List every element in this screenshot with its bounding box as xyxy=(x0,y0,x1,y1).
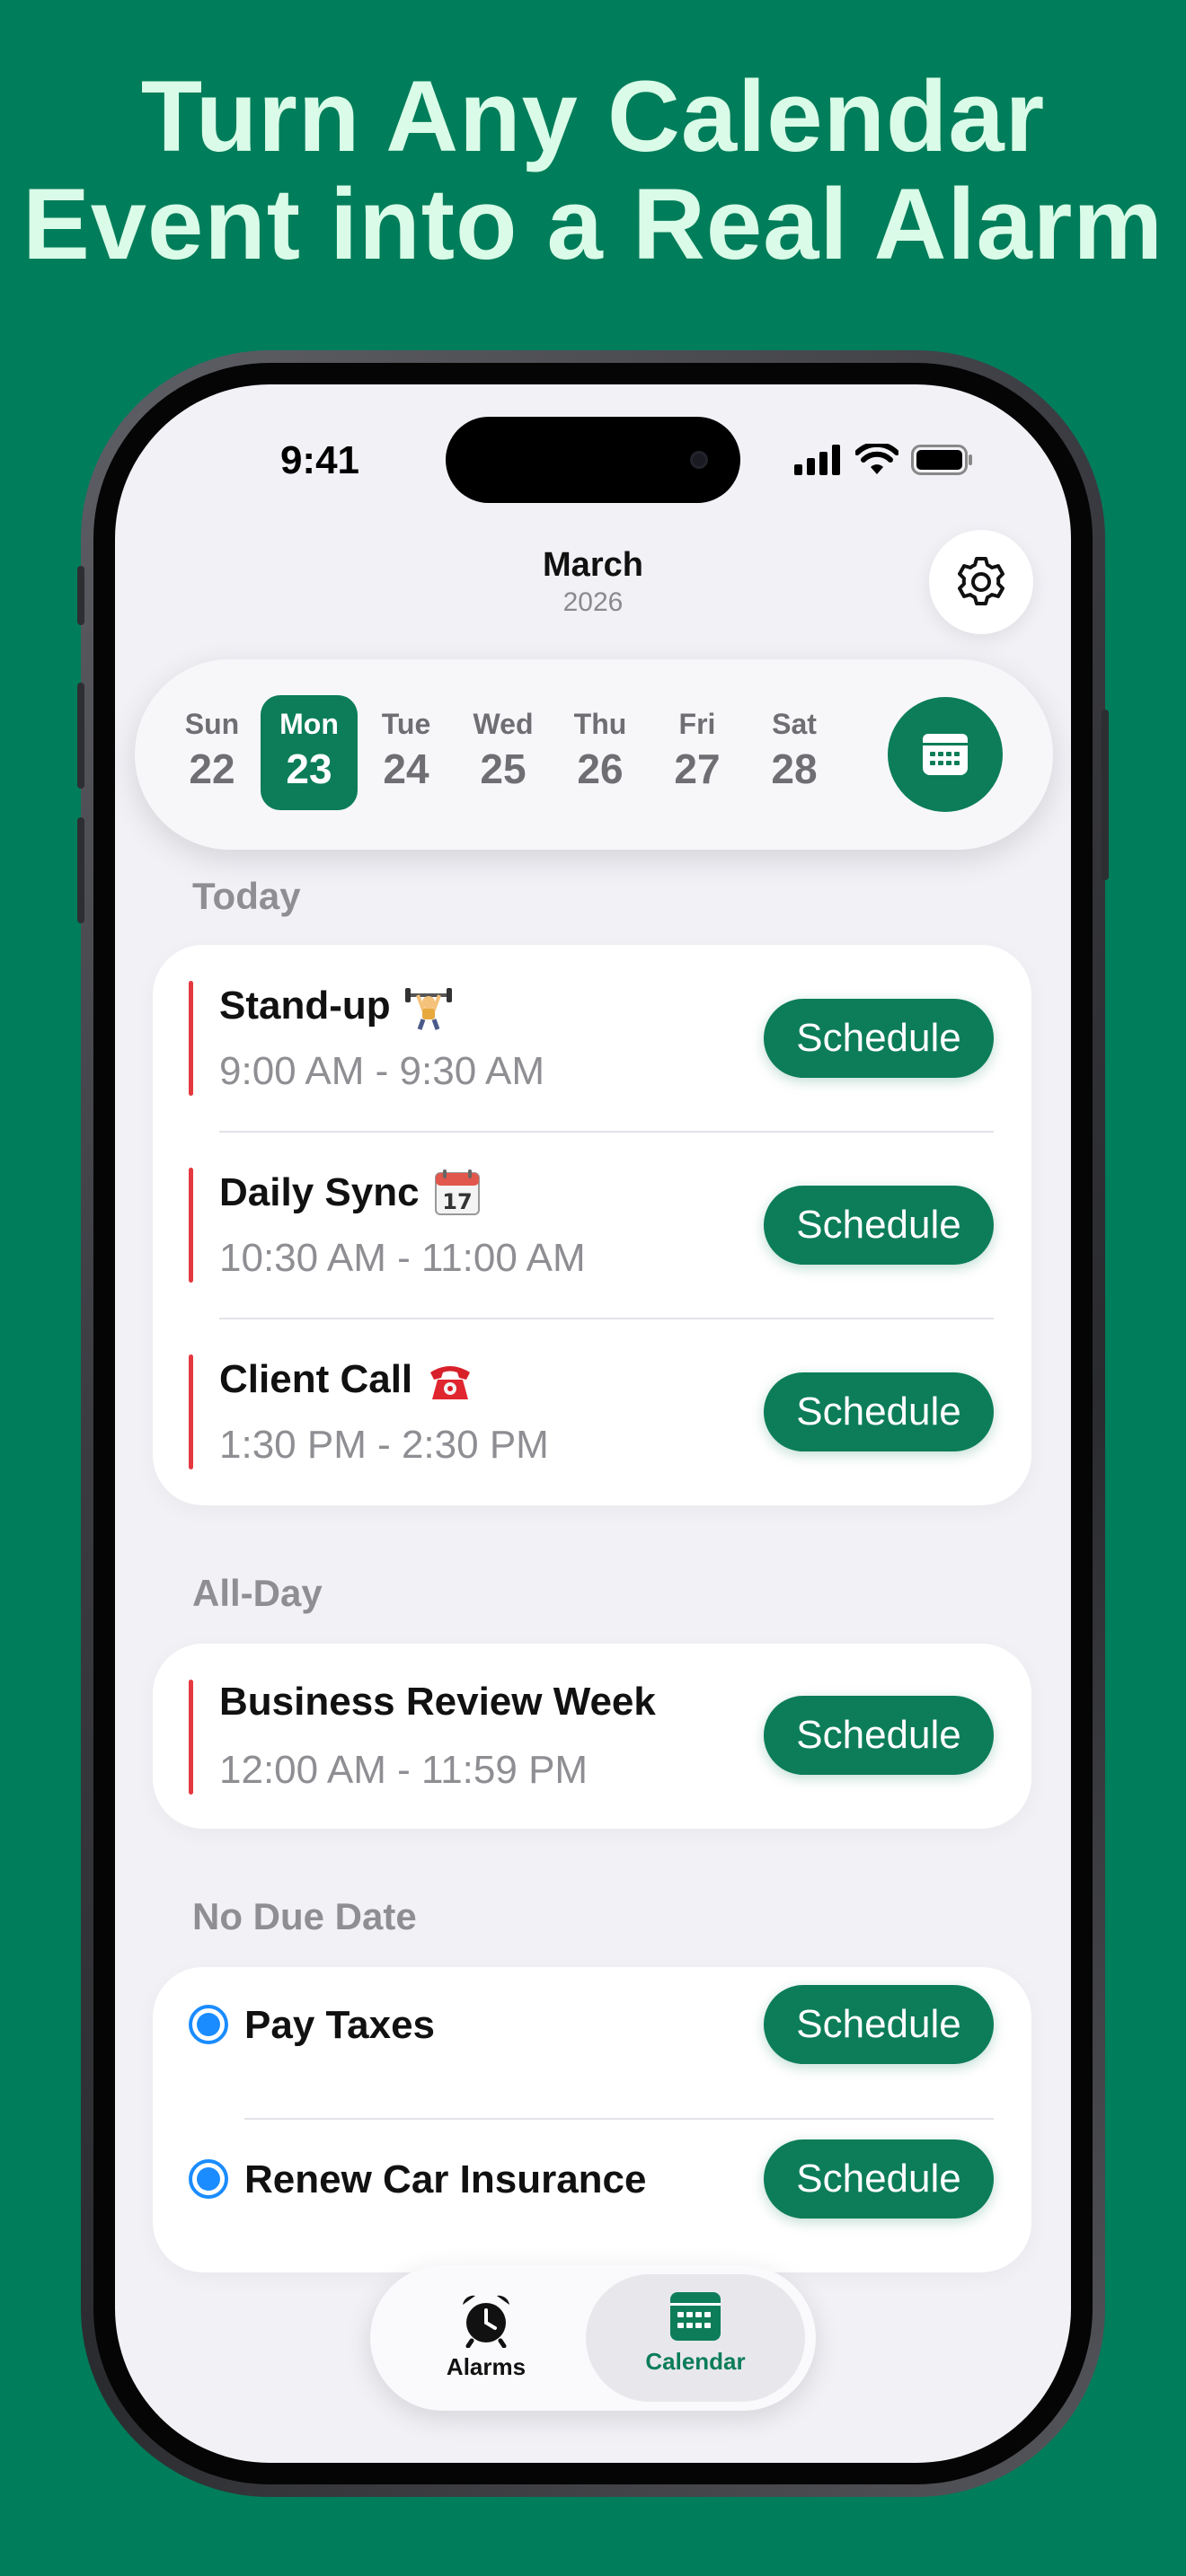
phone-volume-up-button xyxy=(77,683,84,789)
cellular-signal-icon xyxy=(794,445,840,475)
event-time: 10:30 AM - 11:00 AM xyxy=(219,1236,586,1280)
schedule-button[interactable]: Schedule xyxy=(764,1696,994,1775)
no-due-date-tasks-card: Pay Taxes Schedule Renew Car Insurance S… xyxy=(153,1967,1031,2272)
week-strip: Sun 22 Mon 23 Tue 24 Wed 25 Thu 26 Fri 2… xyxy=(135,659,1053,850)
event-title: Daily Sync xyxy=(219,1170,420,1214)
day-mon[interactable]: Mon 23 xyxy=(261,695,358,810)
tab-calendar[interactable]: Calendar xyxy=(586,2274,805,2402)
event-row[interactable]: Client Call 1:30 PM - 2:30 PM Schedule xyxy=(153,1319,1031,1505)
calendar-icon xyxy=(923,734,968,775)
headline: Turn Any Calendar Event into a Real Alar… xyxy=(0,63,1186,278)
tab-alarms[interactable]: Alarms xyxy=(383,2274,589,2402)
event-title: Business Review Week xyxy=(219,1680,656,1724)
all-day-events-card: Business Review Week 12:00 AM - 11:59 PM… xyxy=(153,1644,1031,1829)
headline-line-2: Event into a Real Alarm xyxy=(22,168,1164,280)
task-title: Renew Car Insurance xyxy=(244,2157,647,2201)
schedule-button[interactable]: Schedule xyxy=(764,1985,994,2064)
section-label-all-day: All-Day xyxy=(192,1572,323,1614)
day-thu[interactable]: Thu 26 xyxy=(552,695,649,810)
gear-icon xyxy=(958,557,1005,605)
day-tue[interactable]: Tue 24 xyxy=(358,695,455,810)
alarm-clock-icon xyxy=(463,2295,509,2348)
phone-volume-down-button xyxy=(77,817,84,923)
event-row[interactable]: Stand-up 9:00 AM - 9:30 AM Schedule xyxy=(153,945,1031,1132)
section-label-today: Today xyxy=(192,875,301,917)
svg-text:17: 17 xyxy=(442,1189,472,1214)
calendar-picker-button[interactable] xyxy=(888,697,1003,812)
tab-label: Calendar xyxy=(645,2348,746,2375)
year-subtitle: 2026 xyxy=(562,587,624,617)
divider xyxy=(244,2118,994,2120)
phone-action-button xyxy=(77,566,84,625)
event-color-bar xyxy=(189,1354,193,1469)
calendar-icon xyxy=(670,2292,721,2341)
wifi-icon xyxy=(855,444,898,474)
schedule-button[interactable]: Schedule xyxy=(764,999,994,1078)
dynamic-island xyxy=(446,417,740,503)
day-sat[interactable]: Sat 28 xyxy=(746,695,843,810)
day-wed[interactable]: Wed 25 xyxy=(455,695,552,810)
task-radio-button[interactable] xyxy=(189,2159,228,2199)
event-time: 12:00 AM - 11:59 PM xyxy=(219,1748,589,1792)
event-time: 9:00 AM - 9:30 AM xyxy=(219,1049,544,1093)
status-time: 9:41 xyxy=(279,438,360,482)
tab-bar: Alarms Calendar xyxy=(370,2265,816,2411)
front-camera-icon xyxy=(690,451,708,469)
day-sun[interactable]: Sun 22 xyxy=(164,695,261,810)
day-fri[interactable]: Fri 27 xyxy=(649,695,746,810)
telephone-emoji-icon xyxy=(425,1354,475,1405)
section-label-no-due-date: No Due Date xyxy=(192,1895,417,1937)
schedule-button[interactable]: Schedule xyxy=(764,1186,994,1265)
calendar-17-emoji-icon: 17 xyxy=(432,1168,482,1218)
phone-power-button xyxy=(1102,710,1109,880)
tab-label: Alarms xyxy=(446,2353,527,2380)
headline-line-1: Turn Any Calendar xyxy=(140,60,1046,172)
battery-icon xyxy=(911,445,972,475)
event-title: Stand-up xyxy=(219,984,391,1028)
task-title: Pay Taxes xyxy=(244,2003,436,2047)
schedule-button[interactable]: Schedule xyxy=(764,2139,994,2219)
settings-button[interactable] xyxy=(929,530,1033,634)
phone-screen: 9:41 March 2026 Sun 22 Mon 23 Tue 24 Wed… xyxy=(115,384,1071,2463)
weightlifter-emoji-icon xyxy=(403,981,454,1031)
task-radio-button[interactable] xyxy=(189,2005,228,2044)
event-row[interactable]: Daily Sync 17 10:30 AM - 11:00 AM Schedu… xyxy=(153,1132,1031,1319)
event-color-bar xyxy=(189,981,193,1096)
event-time: 1:30 PM - 2:30 PM xyxy=(219,1423,549,1467)
event-title: Client Call xyxy=(219,1357,413,1401)
schedule-button[interactable]: Schedule xyxy=(764,1372,994,1451)
event-color-bar xyxy=(189,1680,193,1795)
event-row[interactable]: Business Review Week 12:00 AM - 11:59 PM… xyxy=(153,1644,1031,1831)
month-title: March xyxy=(543,546,643,584)
today-events-card: Stand-up 9:00 AM - 9:30 AM Schedule Dail… xyxy=(153,945,1031,1505)
status-icons xyxy=(794,444,974,476)
event-color-bar xyxy=(189,1168,193,1283)
